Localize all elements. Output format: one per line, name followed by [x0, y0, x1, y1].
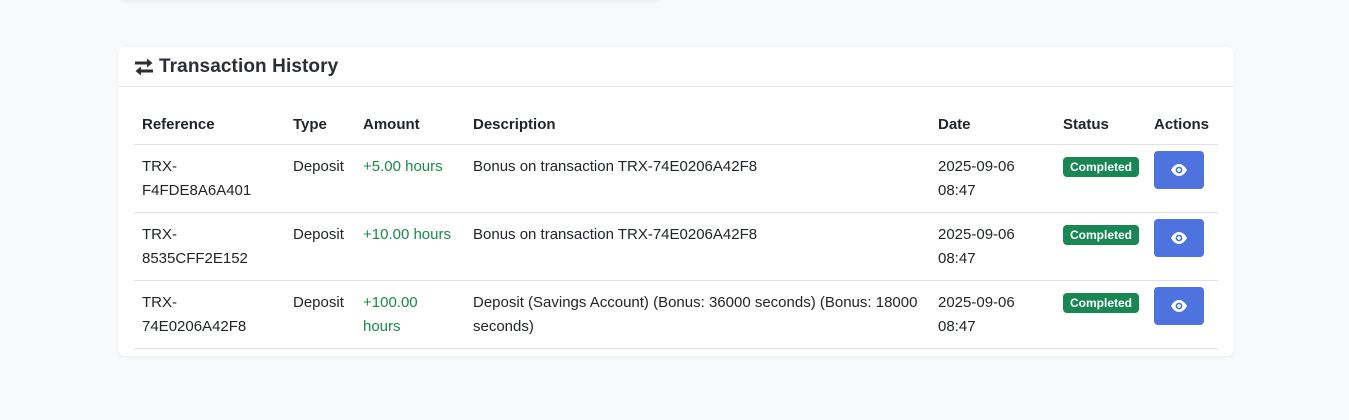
transaction-history-card: Transaction History Reference Type Amoun…: [118, 47, 1234, 356]
reference-prefix: TRX-: [142, 294, 177, 311]
column-header-status: Status: [1055, 105, 1146, 145]
column-header-actions: Actions: [1146, 105, 1218, 145]
view-transaction-button[interactable]: [1154, 151, 1204, 189]
cell-type: Deposit: [285, 144, 355, 213]
view-transaction-button[interactable]: [1154, 287, 1204, 325]
cell-date: 2025-09-06 08:47: [930, 212, 1055, 281]
cell-type: Deposit: [285, 212, 355, 281]
cell-actions: [1146, 212, 1218, 281]
date-day: 2025-09-06: [938, 226, 1015, 243]
cell-reference: TRX- F4FDE8A6A401: [134, 144, 285, 213]
cell-reference: TRX- 8535CFF2E152: [134, 212, 285, 281]
status-badge: Completed: [1063, 225, 1140, 245]
reference-id: 8535CFF2E152: [142, 250, 248, 267]
transaction-table-wrapper: Reference Type Amount Description Date S…: [134, 105, 1218, 349]
eye-icon: [1170, 299, 1188, 313]
exchange-arrows-icon: [133, 57, 155, 77]
reference-prefix: TRX-: [142, 158, 177, 175]
cell-description: Deposit (Savings Account) (Bonus: 36000 …: [465, 280, 930, 349]
date-time: 08:47: [938, 318, 976, 335]
table-row: TRX- 8535CFF2E152 Deposit +10.00 hours B…: [134, 212, 1218, 281]
reference-id: F4FDE8A6A401: [142, 182, 252, 199]
column-header-date: Date: [930, 105, 1055, 145]
eye-icon: [1170, 163, 1188, 177]
cell-actions: [1146, 280, 1218, 349]
cell-status: Completed: [1055, 280, 1146, 349]
column-header-amount: Amount: [355, 105, 465, 145]
cell-reference: TRX- 74E0206A42F8: [134, 280, 285, 349]
transaction-table: Reference Type Amount Description Date S…: [134, 105, 1218, 349]
cell-description: Bonus on transaction TRX-74E0206A42F8: [465, 212, 930, 281]
cell-amount: +5.00 hours: [355, 144, 465, 213]
cell-type: Deposit: [285, 280, 355, 349]
column-header-type: Type: [285, 105, 355, 145]
column-header-reference: Reference: [134, 105, 285, 145]
cell-status: Completed: [1055, 212, 1146, 281]
cell-description: Bonus on transaction TRX-74E0206A42F8: [465, 144, 930, 213]
view-transaction-button[interactable]: [1154, 219, 1204, 257]
cell-amount: +10.00 hours: [355, 212, 465, 281]
status-badge: Completed: [1063, 157, 1140, 177]
table-row: TRX- 74E0206A42F8 Deposit +100.00 hours …: [134, 280, 1218, 349]
reference-id: 74E0206A42F8: [142, 318, 247, 335]
eye-icon: [1170, 231, 1188, 245]
cell-status: Completed: [1055, 144, 1146, 213]
date-time: 08:47: [938, 182, 976, 199]
column-header-description: Description: [465, 105, 930, 145]
reference-prefix: TRX-: [142, 226, 177, 243]
card-header: Transaction History: [118, 47, 1234, 87]
date-day: 2025-09-06: [938, 158, 1015, 175]
table-header-row: Reference Type Amount Description Date S…: [134, 105, 1218, 145]
cell-amount: +100.00 hours: [355, 280, 465, 349]
table-row: TRX- F4FDE8A6A401 Deposit +5.00 hours Bo…: [134, 144, 1218, 213]
date-day: 2025-09-06: [938, 294, 1015, 311]
cell-actions: [1146, 144, 1218, 213]
card-title: Transaction History: [159, 55, 339, 77]
cell-date: 2025-09-06 08:47: [930, 280, 1055, 349]
cell-date: 2025-09-06 08:47: [930, 144, 1055, 213]
status-badge: Completed: [1063, 293, 1140, 313]
date-time: 08:47: [938, 250, 976, 267]
